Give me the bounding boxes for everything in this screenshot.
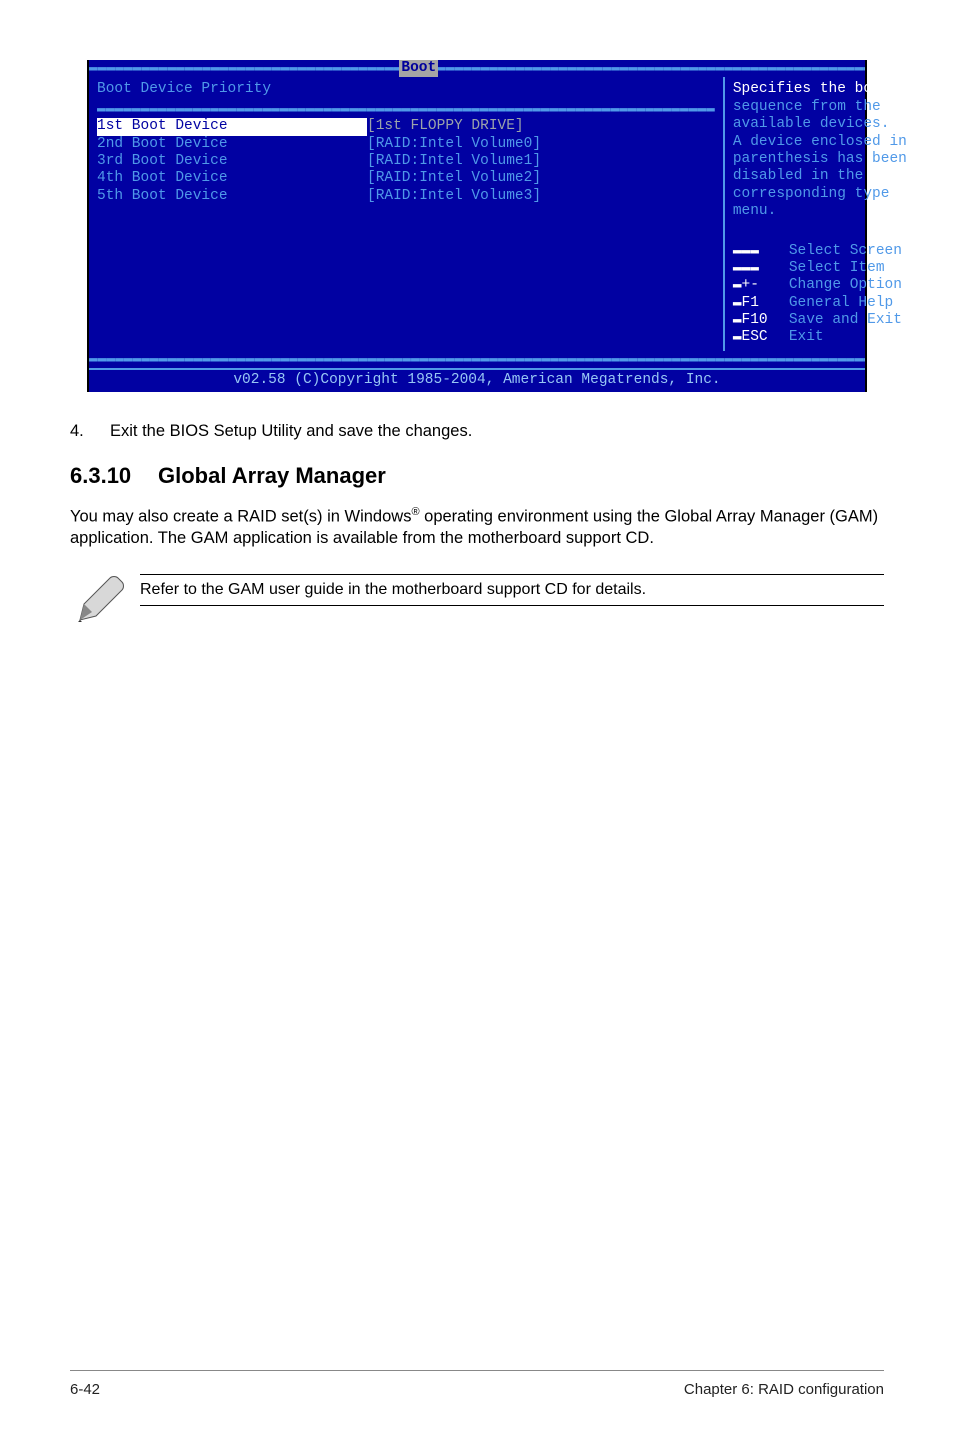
boot-row-label: 3rd Boot Device — [97, 153, 367, 170]
bios-border-bottom: ▬▬▬▬▬▬▬▬▬▬▬▬▬▬▬▬▬▬▬▬▬▬▬▬▬▬▬▬▬▬▬▬▬▬▬▬▬▬▬▬… — [89, 351, 865, 368]
help-line: disabled in the — [733, 168, 907, 185]
boot-row-4[interactable]: 4th Boot Device [RAID:Intel Volume2] — [97, 170, 715, 187]
key-desc: Exit — [789, 329, 907, 346]
boot-row-label: 1st Boot Device — [97, 118, 367, 135]
key-key: ▬+- — [733, 277, 789, 294]
boot-row-value: [RAID:Intel Volume1] — [367, 153, 715, 170]
key-desc: Select Screen — [789, 243, 907, 260]
key-key: ▬F10 — [733, 312, 789, 329]
boot-row-value: [RAID:Intel Volume3] — [367, 188, 715, 205]
section-heading: 6.3.10Global Array Manager — [70, 463, 884, 489]
boot-row-label: 2nd Boot Device — [97, 136, 367, 153]
key-desc: General Help — [789, 295, 907, 312]
bios-frame: Boot▬▬▬▬▬▬▬▬▬▬▬▬▬▬▬▬▬▬▬▬▬▬▬▬▬▬▬▬▬▬▬▬▬▬▬▬… — [87, 60, 867, 392]
key-row: ▬▬▬Select Screen — [733, 243, 907, 260]
bios-border-top: Boot▬▬▬▬▬▬▬▬▬▬▬▬▬▬▬▬▬▬▬▬▬▬▬▬▬▬▬▬▬▬▬▬▬▬▬▬… — [89, 60, 865, 77]
key-row: ▬ESCExit — [733, 329, 907, 346]
boot-row-1[interactable]: 1st Boot Device [1st FLOPPY DRIVE] — [97, 118, 715, 135]
boot-row-value: [RAID:Intel Volume0] — [367, 136, 715, 153]
page-footer: 6-42 Chapter 6: RAID configuration — [70, 1370, 884, 1398]
bios-heading-sep: ▬▬▬▬▬▬▬▬▬▬▬▬▬▬▬▬▬▬▬▬▬▬▬▬▬▬▬▬▬▬▬▬▬▬▬▬▬▬▬▬… — [97, 101, 715, 118]
registered-symbol: ® — [411, 506, 419, 518]
step-line: 4. Exit the BIOS Setup Utility and save … — [70, 422, 884, 441]
note-pencil-icon — [70, 574, 126, 635]
help-line: parenthesis has been — [733, 151, 907, 168]
help-line: Specifies the boot — [733, 81, 907, 98]
body-paragraph: You may also create a RAID set(s) in Win… — [70, 505, 884, 550]
boot-row-label: 5th Boot Device — [97, 188, 367, 205]
step-text: Exit the BIOS Setup Utility and save the… — [110, 422, 472, 441]
bios-footer: v02.58 (C)Copyright 1985-2004, American … — [89, 368, 865, 391]
help-line: corresponding type — [733, 186, 907, 203]
key-key: ▬ESC — [733, 329, 789, 346]
boot-row-2[interactable]: 2nd Boot Device [RAID:Intel Volume0] — [97, 136, 715, 153]
key-row: ▬F1General Help — [733, 295, 907, 312]
help-line: available devices. — [733, 116, 907, 133]
boot-row-label: 4th Boot Device — [97, 170, 367, 187]
key-key: ▬▬▬ — [733, 243, 789, 260]
help-line: A device enclosed in — [733, 134, 907, 151]
key-desc: Save and Exit — [789, 312, 907, 329]
step-number: 4. — [70, 422, 110, 441]
help-line: menu. — [733, 203, 907, 220]
key-row: ▬+-Change Option — [733, 277, 907, 294]
note-text: Refer to the GAM user guide in the mothe… — [140, 574, 884, 606]
page-number: 6-42 — [70, 1381, 100, 1398]
note-block: Refer to the GAM user guide in the mothe… — [70, 574, 884, 635]
key-key: ▬F1 — [733, 295, 789, 312]
bios-titlebar: Boot — [399, 60, 438, 77]
chapter-label: Chapter 6: RAID configuration — [684, 1381, 884, 1398]
boot-row-3[interactable]: 3rd Boot Device [RAID:Intel Volume1] — [97, 153, 715, 170]
section-number: 6.3.10 — [70, 463, 158, 489]
bios-screen: Boot▬▬▬▬▬▬▬▬▬▬▬▬▬▬▬▬▬▬▬▬▬▬▬▬▬▬▬▬▬▬▬▬▬▬▬▬… — [89, 60, 865, 392]
key-row: ▬▬▬Select Item — [733, 260, 907, 277]
bios-left-panel: Boot Device Priority ▬▬▬▬▬▬▬▬▬▬▬▬▬▬▬▬▬▬▬… — [89, 77, 723, 350]
boot-row-value: [RAID:Intel Volume2] — [367, 170, 715, 187]
boot-row-5[interactable]: 5th Boot Device [RAID:Intel Volume3] — [97, 188, 715, 205]
key-row: ▬F10Save and Exit — [733, 312, 907, 329]
boot-row-value: [1st FLOPPY DRIVE] — [367, 118, 715, 135]
bios-keys-block: ▬▬▬Select Screen ▬▬▬Select Item ▬+-Chang… — [733, 243, 907, 347]
body-part-a: You may also create a RAID set(s) in Win… — [70, 507, 411, 525]
key-desc: Change Option — [789, 277, 907, 294]
section-title: Global Array Manager — [158, 463, 386, 488]
bios-help-panel: Specifies the boot sequence from the ava… — [723, 77, 915, 350]
key-key: ▬▬▬ — [733, 260, 789, 277]
key-desc: Select Item — [789, 260, 907, 277]
help-line: sequence from the — [733, 99, 907, 116]
bios-panel-heading: Boot Device Priority — [97, 81, 715, 98]
